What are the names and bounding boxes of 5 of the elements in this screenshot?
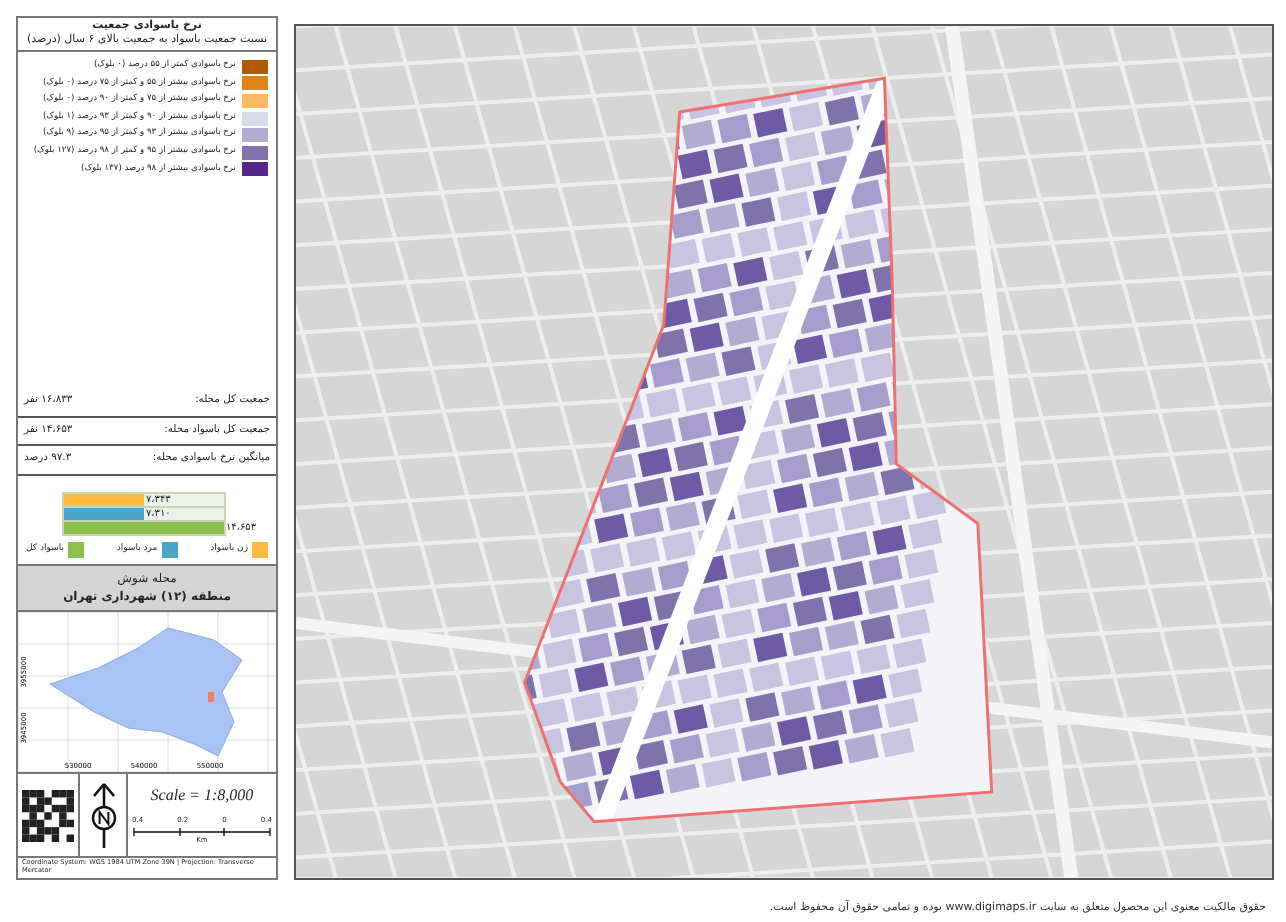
scale-text: Scale = 1:8,000: [150, 784, 254, 809]
qr-code-icon: [22, 789, 74, 842]
location-marker-icon: [208, 692, 214, 703]
north-arrow-icon: [89, 781, 117, 850]
scale-bar-icon: [132, 827, 272, 836]
